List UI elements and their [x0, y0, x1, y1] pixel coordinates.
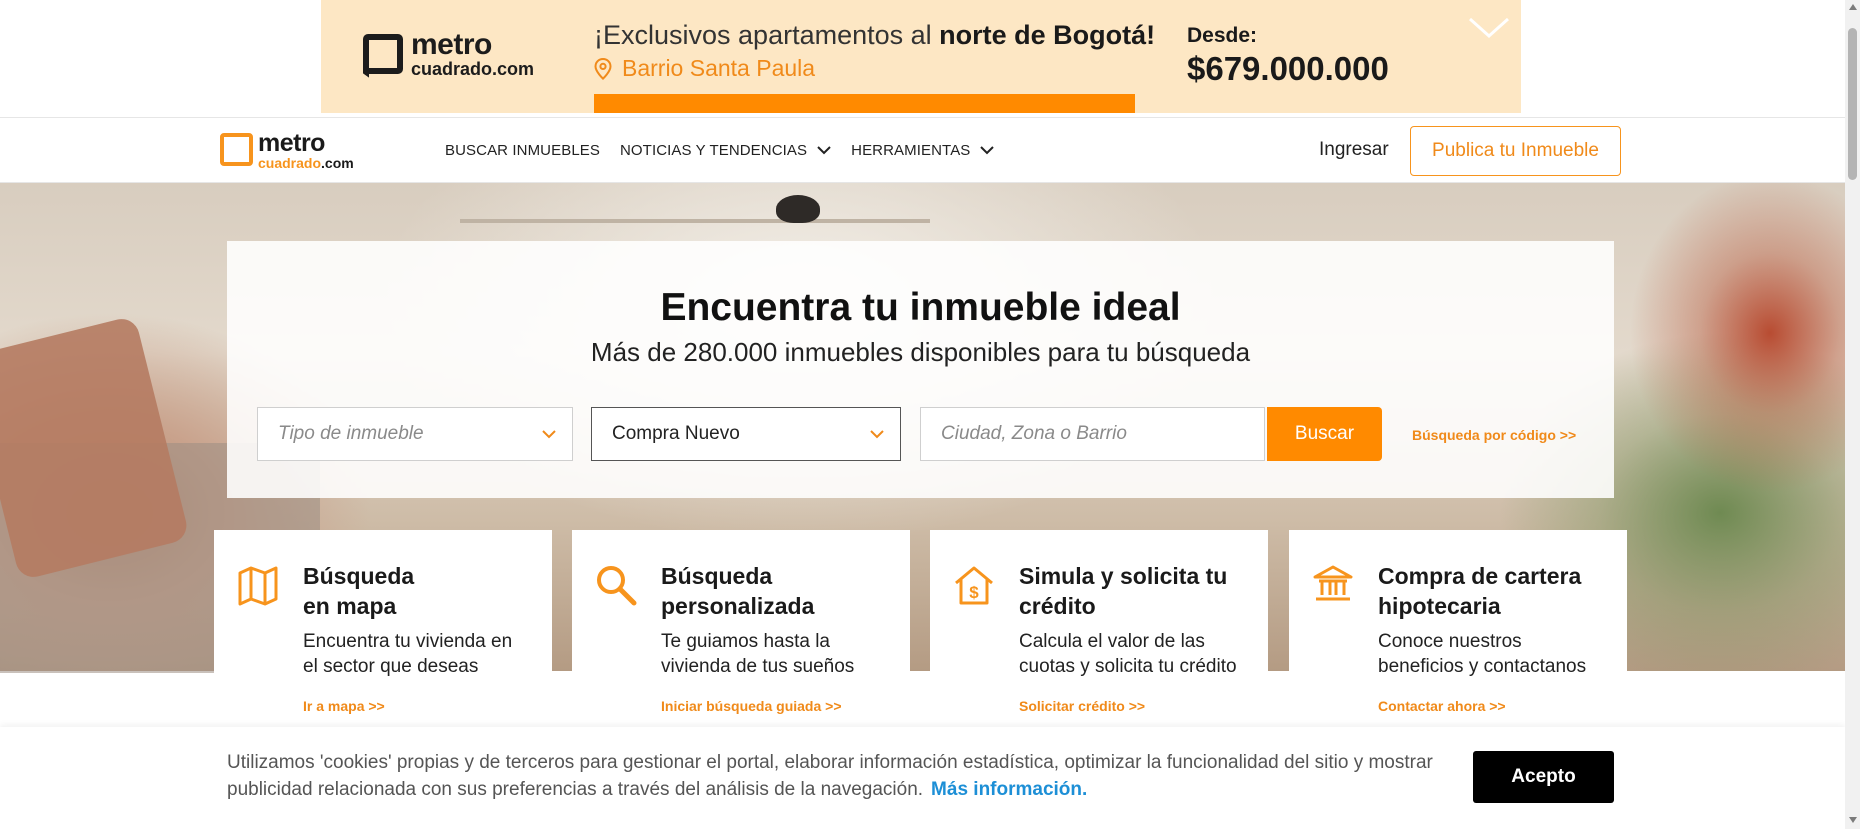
scrollbar-thumb[interactable]: [1848, 28, 1857, 180]
ad-logo: metro cuadrado.com: [363, 30, 534, 78]
card-title: Búsqueda personalizada: [661, 561, 901, 621]
ad-headline-prefix: ¡Exclusivos apartamentos al: [594, 20, 940, 50]
operation-type-value: Compra Nuevo: [612, 423, 740, 444]
bank-icon: [1313, 565, 1353, 601]
nav-noticias-tendencias[interactable]: NOTICIAS Y TENDENCIAS: [620, 142, 831, 159]
card-description: Te guiamos hasta la vivienda de tus sueñ…: [661, 631, 855, 677]
operation-type-select[interactable]: Compra Nuevo: [591, 407, 901, 461]
logo-chat-icon: [220, 133, 253, 166]
card-title-line2: crédito: [1019, 593, 1096, 619]
nav-logo-sub-b: .com: [321, 155, 354, 171]
ad-accent-bar: [594, 94, 1135, 113]
chevron-down-icon: [542, 430, 556, 439]
ad-location: Barrio Santa Paula: [594, 55, 815, 82]
nav-link-label: NOTICIAS Y TENDENCIAS: [619, 141, 808, 159]
card-title: Compra de cartera hipotecaria: [1378, 561, 1618, 621]
card-title-line1: Simula y solicita tu: [1019, 563, 1228, 589]
card-description: Encuentra tu vivienda en el sector que d…: [303, 631, 513, 677]
cookie-text: Utilizamos 'cookies' propias y de tercer…: [227, 749, 1437, 803]
property-type-placeholder: Tipo de inmueble: [278, 423, 424, 444]
hero-decor: [0, 315, 191, 581]
search-subtitle: Más de 280.000 inmuebles disponibles par…: [590, 337, 1251, 367]
map-pin-icon: [594, 57, 612, 80]
chevron-down-icon[interactable]: [1467, 16, 1511, 40]
chevron-down-icon: [817, 146, 831, 155]
search-by-code-link[interactable]: Búsqueda por código >>: [1412, 427, 1576, 443]
login-link[interactable]: Ingresar: [1319, 139, 1389, 161]
ad-location-text: Barrio Santa Paula: [622, 55, 816, 81]
cookie-more-info-link[interactable]: Más información.: [931, 779, 1087, 800]
scroll-up-icon[interactable]: [1849, 4, 1857, 10]
nav-logo-sub: cuadrado.com: [258, 156, 354, 170]
card-link[interactable]: Contactar ahora >>: [1378, 698, 1506, 714]
card-description: Conoce nuestros beneficios y contactanos: [1378, 631, 1587, 677]
card-description: Calcula el valor de las cuotas y solicit…: [1019, 631, 1237, 677]
ad-from-label: Desde:: [1187, 24, 1258, 47]
feature-card-mortgage[interactable]: Compra de cartera hipotecaria Conoce nues…: [1289, 530, 1627, 729]
card-title-line1: Búsqueda: [303, 563, 415, 589]
search-button[interactable]: Buscar: [1267, 407, 1382, 461]
publish-property-button[interactable]: Publica tu Inmueble: [1410, 126, 1621, 176]
house-dollar-icon: $: [955, 566, 993, 605]
card-title-line1: Compra de cartera: [1378, 563, 1582, 589]
card-title: Búsqueda en mapa: [303, 561, 543, 621]
navbar: metro cuadrado.com BUSCAR INMUEBLES NOTI…: [0, 117, 1860, 183]
card-link[interactable]: Iniciar búsqueda guiada >>: [661, 698, 842, 714]
feature-card-guided-search[interactable]: Búsqueda personalizada Te guiamos hasta l…: [572, 530, 910, 729]
chevron-down-icon: [870, 430, 884, 439]
nav-link-label: BUSCAR INMUEBLES: [445, 141, 600, 159]
ad-logo-main: metro: [411, 28, 492, 61]
cookie-message: Utilizamos 'cookies' propias y de tercer…: [227, 752, 1433, 800]
card-link[interactable]: Solicitar crédito >>: [1019, 698, 1145, 714]
search-panel: Encuentra tu inmueble ideal Más de 280.0…: [227, 241, 1614, 498]
nav-logo-sub-a: cuadrado: [258, 155, 322, 171]
cookie-accept-button[interactable]: Acepto: [1473, 751, 1614, 803]
ad-headline-bold: norte de Bogotá!: [939, 20, 1156, 50]
card-link[interactable]: Ir a mapa >>: [303, 698, 385, 714]
card-title-line2: en mapa: [303, 593, 397, 619]
feature-card-map[interactable]: Búsqueda en mapa Encuentra tu vivienda en…: [214, 530, 552, 729]
search-icon: [597, 566, 637, 606]
page-scrollbar[interactable]: [1845, 0, 1860, 829]
card-title: Simula y solicita tu crédito: [1019, 561, 1259, 621]
hero-decor: [460, 183, 930, 223]
svg-text:$: $: [969, 583, 979, 602]
ad-price: $679.000.000: [1187, 50, 1389, 87]
hero-decor: [776, 195, 820, 223]
ad-strip: metro cuadrado.com ¡Exclusivos apartamen…: [0, 0, 1860, 117]
property-type-select[interactable]: Tipo de inmueble: [257, 407, 573, 461]
site-logo[interactable]: metro cuadrado.com: [220, 131, 354, 170]
location-placeholder: Ciudad, Zona o Barrio: [941, 423, 1127, 444]
cookie-banner: Utilizamos 'cookies' propias y de tercer…: [0, 727, 1845, 829]
card-title-line2: hipotecaria: [1378, 593, 1501, 619]
nav-buscar-inmuebles[interactable]: BUSCAR INMUEBLES: [445, 142, 600, 159]
chevron-down-icon: [980, 146, 995, 155]
feature-card-credit[interactable]: $ Simula y solicita tu crédito Calcula el…: [930, 530, 1268, 729]
card-title-line1: Búsqueda: [661, 563, 773, 589]
search-title: Encuentra tu inmueble ideal: [660, 286, 1181, 329]
nav-links: BUSCAR INMUEBLES NOTICIAS Y TENDENCIAS H…: [445, 118, 995, 182]
map-icon: [238, 566, 278, 606]
nav-herramientas[interactable]: HERRAMIENTAS: [851, 141, 995, 159]
nav-link-label: HERRAMIENTAS: [851, 141, 971, 159]
location-input[interactable]: Ciudad, Zona o Barrio: [920, 407, 1265, 461]
card-title-line2: personalizada: [661, 593, 815, 619]
ad-logo-sub: cuadrado.com: [411, 59, 535, 79]
ad-banner[interactable]: metro cuadrado.com ¡Exclusivos apartamen…: [321, 0, 1521, 113]
nav-logo-main: metro: [258, 129, 325, 157]
ad-headline: ¡Exclusivos apartamentos al norte de Bog…: [594, 20, 1155, 51]
logo-chat-icon: [363, 34, 403, 74]
scroll-down-icon[interactable]: [1849, 817, 1857, 823]
